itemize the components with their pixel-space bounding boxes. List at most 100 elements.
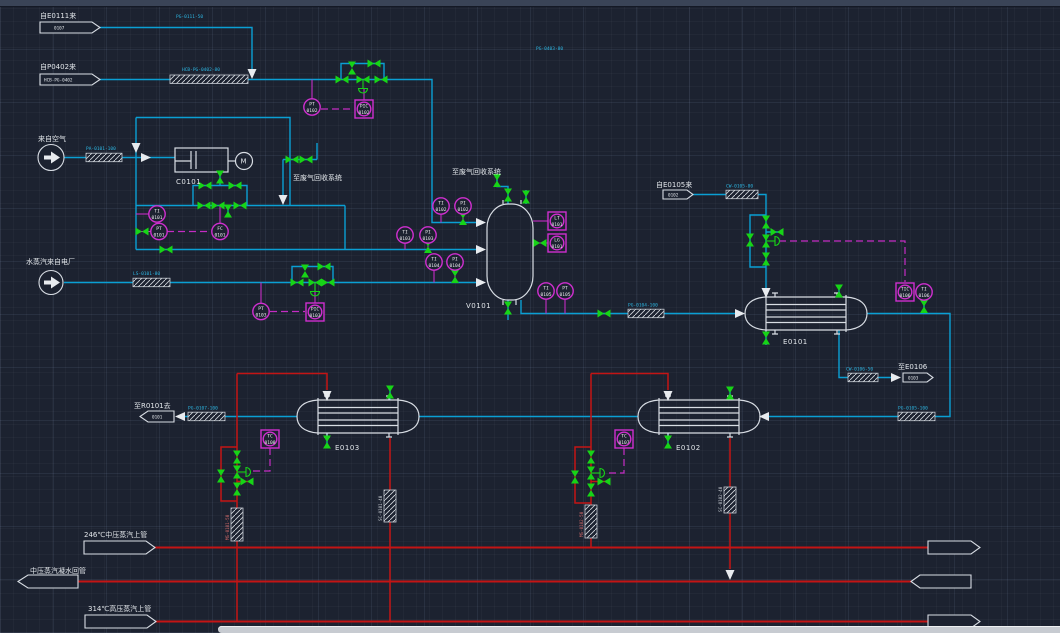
root-valve-icon[interactable] <box>534 239 547 247</box>
flag-tag: 0101 <box>152 414 163 420</box>
drain-valve-icon[interactable] <box>504 302 512 315</box>
gate-valve-icon[interactable] <box>301 265 309 278</box>
gate-valve-icon[interactable] <box>318 263 331 271</box>
bypass-valve-icon[interactable] <box>217 470 225 483</box>
gate-valve-icon[interactable] <box>234 202 247 210</box>
instrument-tic-e0101[interactable]: TIC0106 <box>896 283 914 301</box>
gate-valve-icon[interactable] <box>587 451 595 464</box>
flow-arrow-icon <box>726 570 735 580</box>
drain-valve-icon[interactable] <box>762 332 770 345</box>
instrument-lg-v0101[interactable]: LG0101 <box>548 234 566 252</box>
instrument-pic-b[interactable]: PIC0103 <box>306 303 324 321</box>
control-valve-icon[interactable] <box>233 466 251 479</box>
instrument-tag: TI <box>402 230 408 236</box>
instrument-ti-e0101[interactable]: TI0106 <box>916 284 932 300</box>
bypass-valve-icon[interactable] <box>746 234 754 247</box>
gate-valve-icon[interactable] <box>348 62 356 75</box>
drain-valve-icon[interactable] <box>664 436 672 449</box>
instrument-pi-feed1[interactable]: PI0102 <box>455 198 471 214</box>
control-valve-icon[interactable] <box>357 76 370 94</box>
vent-note: 至废气回收系统 <box>293 173 342 182</box>
control-valve-icon[interactable] <box>762 235 780 248</box>
instrument-pt-v0101[interactable]: PT0105 <box>557 283 573 299</box>
exchanger-e0102[interactable] <box>638 396 760 437</box>
vent-valve-icon[interactable] <box>835 285 843 298</box>
instrument-tc-e0102[interactable]: TC0107 <box>615 430 633 448</box>
check-valve-icon[interactable] <box>598 310 611 318</box>
instrument-ti-v0101[interactable]: TI0105 <box>538 283 554 299</box>
drain-valve-icon[interactable] <box>241 478 254 486</box>
gate-valve-icon[interactable] <box>286 156 299 164</box>
flag-header1-left[interactable] <box>84 541 155 554</box>
pipe-label: HCB-PG-0402-80 <box>182 67 220 73</box>
gate-valve-icon[interactable] <box>291 279 304 287</box>
flag-tag: HCB-PG-0402 <box>44 78 73 84</box>
pipe-label: PG-0111-50 <box>176 14 203 20</box>
instrument-fc-c0101[interactable]: FC0101 <box>212 223 228 239</box>
vent-valve-icon[interactable] <box>386 386 394 399</box>
gate-valve-icon[interactable] <box>336 76 349 84</box>
instrument-pt-b[interactable]: PT0103 <box>253 303 269 319</box>
flag-header3-left[interactable] <box>85 615 156 628</box>
gate-valve-icon[interactable] <box>198 202 211 210</box>
compressor-c0101[interactable]: M <box>175 148 253 172</box>
equipment-tag: E0103 <box>335 444 360 452</box>
flag-header2-left[interactable] <box>18 575 78 588</box>
instrument-tag: PT <box>562 286 568 292</box>
instrument-pi-feed2[interactable]: PI0103 <box>420 227 436 243</box>
flow-arrow-icon <box>759 412 769 421</box>
root-valve-icon[interactable] <box>136 228 149 236</box>
gate-valve-icon[interactable] <box>233 451 241 464</box>
gate-valve-icon[interactable] <box>160 246 173 254</box>
gate-valve-icon[interactable] <box>229 182 242 190</box>
equipment-tag: E0102 <box>676 444 701 452</box>
flag-from-e0111[interactable] <box>40 22 100 33</box>
vent-valve-icon[interactable] <box>522 191 530 204</box>
instrument-ti-feed1[interactable]: TI0102 <box>433 198 449 214</box>
control-valve-icon[interactable] <box>587 467 605 480</box>
instrument-ti-c0101[interactable]: TI0101 <box>149 206 165 222</box>
instrument-tag: TI <box>438 201 444 207</box>
instrument-pt-c0101[interactable]: PT0101 <box>151 223 167 239</box>
instrument-pt-a[interactable]: PT0102 <box>304 99 320 115</box>
pipe-label: PA-0101-100 <box>86 146 116 152</box>
instrument-ti-feed2[interactable]: TI0103 <box>397 227 413 243</box>
horizontal-scrollbar[interactable] <box>218 626 1060 633</box>
instrument-tag: PIC <box>360 104 369 110</box>
root-valve-icon[interactable] <box>451 270 459 283</box>
gate-valve-icon[interactable] <box>762 253 770 266</box>
vent-valve-icon[interactable] <box>726 387 734 400</box>
exchanger-e0103[interactable] <box>297 396 419 437</box>
vent-valve-icon[interactable] <box>504 189 512 202</box>
connector-label: 至R0101去 <box>134 401 171 410</box>
instrument-tag: TC <box>621 434 627 440</box>
drain-valve-icon[interactable] <box>224 205 232 218</box>
gate-valve-icon[interactable] <box>375 76 388 84</box>
root-valve-icon[interactable] <box>920 300 928 313</box>
gate-valve-icon[interactable] <box>587 484 595 497</box>
instrument-lt-v0101[interactable]: LT0101 <box>548 212 566 230</box>
drain-valve-icon[interactable] <box>771 228 784 236</box>
exchanger-e0101[interactable] <box>745 293 867 334</box>
gate-valve-icon[interactable] <box>233 483 241 496</box>
bypass-valve-icon[interactable] <box>571 471 579 484</box>
gate-valve-icon[interactable] <box>762 216 770 229</box>
connector-label: 水蒸汽来自电厂 <box>26 257 75 266</box>
instrument-pi-feed3[interactable]: PI0104 <box>447 254 463 270</box>
gate-valve-icon[interactable] <box>300 156 313 164</box>
drain-valve-icon[interactable] <box>598 478 611 486</box>
cad-canvas[interactable]: M <box>0 0 1060 633</box>
process-piping <box>64 28 950 449</box>
flag-header2-right[interactable] <box>911 575 971 588</box>
flag-tag: 0107 <box>54 26 65 32</box>
drain-valve-icon[interactable] <box>323 436 331 449</box>
instrument-ti-feed3[interactable]: TI0104 <box>426 254 442 270</box>
flag-header1-right[interactable] <box>928 541 980 554</box>
gate-valve-icon[interactable] <box>322 279 335 287</box>
gate-valve-icon[interactable] <box>368 60 381 68</box>
vessel-v0101[interactable] <box>487 200 533 305</box>
instrument-tc-e0103[interactable]: TC0108 <box>261 430 279 448</box>
instrument-pic-a[interactable]: PIC0102 <box>355 100 373 118</box>
gate-valve-icon[interactable] <box>212 202 225 210</box>
motor-symbol: M <box>241 158 248 166</box>
